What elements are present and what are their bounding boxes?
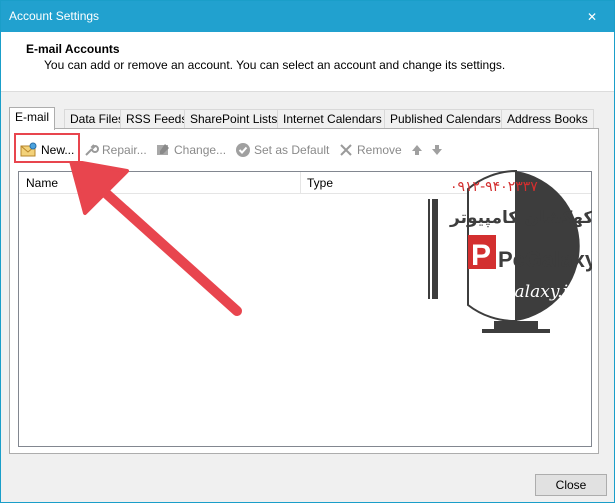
section-title: E-mail Accounts: [26, 42, 120, 56]
annotation-arrow: [69, 161, 242, 316]
account-settings-window: Account Settings ✕ E-mail Accounts You c…: [0, 0, 615, 503]
move-up-button[interactable]: [410, 137, 427, 163]
window-title: Account Settings: [9, 9, 100, 23]
tab-internet-calendars[interactable]: Internet Calendars: [277, 109, 388, 129]
remove-x-icon: [340, 144, 352, 156]
close-icon: ✕: [586, 9, 598, 24]
tab-email[interactable]: E-mail: [9, 107, 56, 130]
title-bar: Account Settings ✕: [1, 1, 614, 32]
column-divider[interactable]: [300, 172, 301, 194]
tab-address-books[interactable]: Address Books: [501, 109, 594, 129]
check-circle-icon: [236, 143, 250, 157]
repair-button-label: Repair...: [102, 143, 147, 157]
set-as-default-button[interactable]: Set as Default: [235, 137, 329, 163]
tab-published-calendars[interactable]: Published Calendars: [384, 109, 507, 129]
new-account-button[interactable]: New...: [20, 137, 74, 163]
header-area: E-mail Accounts You can add or remove an…: [1, 32, 614, 92]
repair-button[interactable]: Repair...: [83, 137, 147, 163]
close-button[interactable]: Close: [535, 474, 607, 496]
pcgalaxy-watermark: ۰۹۱۲-۹۴۰۲۳۳۷ کهکشان کامپیوتر P PcGalaxy …: [428, 169, 598, 342]
watermark-url: PcGalaxy.ir: [479, 282, 577, 302]
watermark-persian-text: کهکشان کامپیوتر: [449, 208, 592, 228]
change-button[interactable]: Change...: [155, 137, 226, 163]
window-close-button[interactable]: ✕: [570, 1, 614, 32]
change-icon: [157, 144, 169, 155]
column-header-name[interactable]: Name: [26, 176, 58, 190]
remove-button-label: Remove: [357, 143, 402, 157]
section-description: You can add or remove an account. You ca…: [44, 58, 506, 72]
new-account-icon: [20, 142, 37, 157]
wrench-icon: [85, 144, 99, 156]
set-as-default-label: Set as Default: [254, 143, 330, 157]
remove-button[interactable]: Remove: [338, 137, 402, 163]
change-button-label: Change...: [174, 143, 227, 157]
svg-text:P: P: [471, 239, 491, 272]
watermark-brand: PcGalaxy: [498, 247, 592, 272]
arrow-down-icon: [432, 145, 442, 155]
arrow-up-icon: [412, 145, 422, 155]
tab-rss-feeds[interactable]: RSS Feeds: [120, 109, 194, 129]
move-down-button[interactable]: [430, 137, 447, 163]
new-button-label: New...: [41, 143, 75, 157]
column-header-type[interactable]: Type: [307, 176, 333, 190]
tab-sharepoint-lists[interactable]: SharePoint Lists: [184, 109, 284, 129]
watermark-phone: ۰۹۱۲-۹۴۰۲۳۳۷: [450, 179, 538, 195]
annotation-arrow-shaft: [94, 182, 242, 316]
